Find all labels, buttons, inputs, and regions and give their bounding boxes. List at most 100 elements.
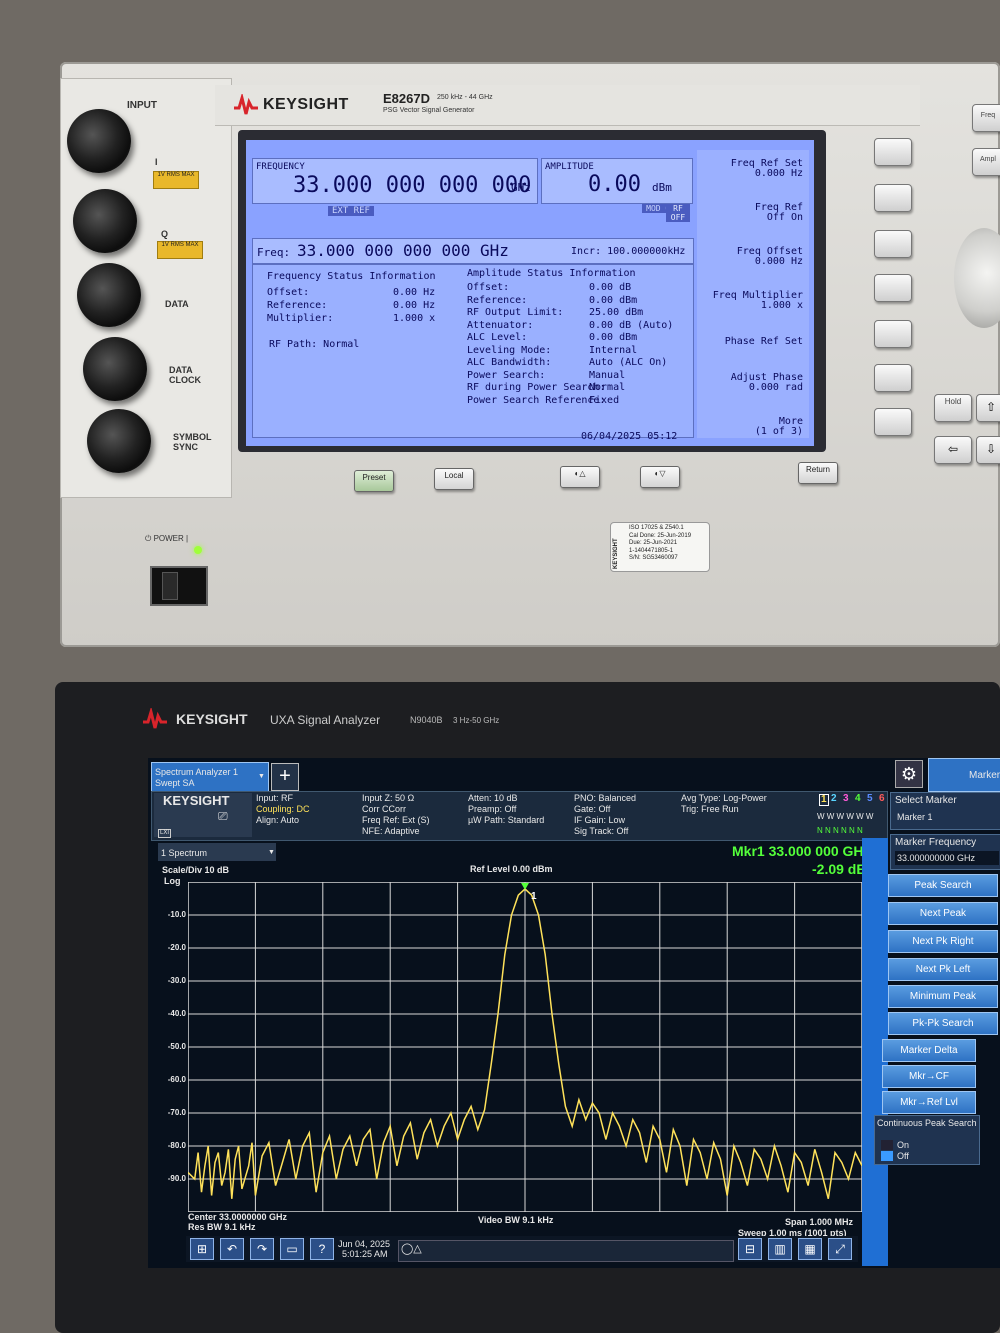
amp-status-key: ALC Bandwidth: — [467, 357, 552, 368]
input-connector-panel: INPUT I 1V RMS MAX Q 1V RMS MAX DATA DAT… — [60, 78, 232, 498]
psg-softkey-label-line2: 1.000 x — [760, 300, 803, 311]
taskbar-date: Jun 04, 2025 — [338, 1239, 391, 1249]
y-tick-label: -50.0 — [167, 1042, 186, 1051]
psg-softkey-button[interactable] — [874, 184, 912, 212]
marker-frequency-label: Marker Frequency — [895, 837, 977, 848]
connector-label-i: I — [155, 157, 158, 167]
menu-button-next-pk-right[interactable]: Next Pk Right — [888, 930, 998, 953]
psg-softkey-label-line2: (1 of 3) — [754, 426, 803, 437]
window-label[interactable]: 1 Spectrum ▼ — [158, 843, 276, 861]
amp-status-key: Attenuator: — [467, 319, 534, 331]
menu-button-minimum-peak[interactable]: Minimum Peak — [888, 985, 998, 1008]
amplitude-value[interactable]: 0.00 — [588, 172, 641, 197]
frequency-box: FREQUENCY 33.000 000 000 000 GHz — [252, 158, 538, 204]
display-arrange-icon[interactable]: ⊟ — [738, 1238, 762, 1260]
psg-softkey-button[interactable] — [874, 230, 912, 258]
amp-status-value: Normal — [589, 382, 626, 393]
marker-menu-tab[interactable]: Marker — [928, 758, 1000, 792]
marker-frequency-input[interactable]: 33.000000000 GHz — [895, 851, 999, 865]
screen-brand-name: KEYSIGHT — [163, 793, 230, 808]
freq-entry-value[interactable]: 33.000 000 000 000 GHz — [297, 241, 509, 260]
arrow-up-icon[interactable]: ⇧ — [976, 394, 1000, 422]
mode-tab[interactable]: Spectrum Analyzer 1 Swept SA ▼ — [151, 762, 269, 792]
amplitude-unit: dBm — [652, 181, 672, 194]
preset-button[interactable]: Preset — [354, 470, 394, 492]
marker-frequency-value: 33.000000000 GHz — [897, 853, 976, 863]
menu-button-next-pk-left[interactable]: Next Pk Left — [888, 958, 998, 981]
ampl-key-button[interactable]: Ampl — [972, 148, 1000, 176]
screen-brand-box: KEYSIGHT ⎚ LXI — [154, 793, 252, 838]
hold-button[interactable]: Hold — [934, 394, 972, 422]
arrow-down-icon[interactable]: ⇩ — [976, 436, 1000, 464]
power-switch[interactable] — [150, 566, 208, 606]
menu-button-mkr-cf[interactable]: Mkr→CF — [882, 1065, 976, 1088]
connector-label-data-clock: DATA CLOCK — [169, 365, 201, 385]
menu-button-pk-pk-search[interactable]: Pk-Pk Search — [888, 1012, 998, 1035]
trace-number: 5 — [867, 793, 873, 804]
bnc-connector-q[interactable] — [73, 189, 137, 253]
frequency-unit: GHz — [511, 181, 531, 194]
psg-softkey-button[interactable] — [874, 320, 912, 348]
psg-description: PSG Vector Signal Generator — [383, 107, 475, 114]
psg-softkey-button[interactable] — [874, 364, 912, 392]
menu-button-peak-search[interactable]: Peak Search — [888, 874, 998, 897]
multi-window-icon[interactable]: ▦ — [798, 1238, 822, 1260]
full-screen-icon[interactable]: ⤢ — [828, 1238, 852, 1260]
trace-indicator[interactable]: 123456 W W W W W W N N N N N N — [815, 792, 887, 838]
cal-line-2: Cal Done: 25-Jun-2019 — [629, 532, 692, 539]
file-folder-icon[interactable]: ▭ — [280, 1238, 304, 1260]
continuous-peak-search-toggle[interactable]: Continuous Peak Search On Off — [874, 1115, 980, 1165]
resolution-bandwidth: Res BW 9.1 kHz — [188, 1222, 256, 1232]
return-button[interactable]: Return — [798, 462, 838, 484]
amp-status-value: Auto (ALC On) — [589, 357, 668, 368]
spectrum-plot[interactable]: 1 — [188, 882, 862, 1212]
select-marker-value: Marker 1 — [897, 812, 933, 822]
windows-start-icon[interactable]: ⊞ — [190, 1238, 214, 1260]
psg-model: E8267D — [383, 91, 430, 106]
help-icon[interactable]: ? — [310, 1238, 334, 1260]
contrast-up-button[interactable]: ◐△ — [560, 466, 600, 488]
bnc-connector-symbol-sync[interactable] — [87, 409, 151, 473]
y-tick-label: -30.0 — [167, 976, 186, 985]
setting-value: PNO: Balanced — [574, 793, 637, 803]
amplitude-box: AMPLITUDE 0.00 dBm — [541, 158, 693, 204]
bnc-connector-data-clock[interactable] — [83, 337, 147, 401]
settings-gear-icon[interactable]: ⚙ — [895, 760, 923, 788]
setting-value: Avg Type: Log-Power — [681, 793, 767, 803]
bnc-connector-data[interactable] — [77, 263, 141, 327]
connector-label-data: DATA — [165, 299, 189, 309]
trace-number: 3 — [843, 793, 849, 804]
redo-icon[interactable]: ↷ — [250, 1238, 274, 1260]
arrow-left-icon[interactable]: ⇦ — [934, 436, 972, 464]
add-tab-button[interactable]: + — [271, 763, 299, 791]
remote-icon: ⎚ — [218, 809, 228, 823]
setting-value: Corr CCorr — [362, 804, 406, 814]
amp-status-key: ALC Level: — [467, 332, 528, 343]
menu-button-next-peak[interactable]: Next Peak — [888, 902, 998, 925]
menu-button-marker-delta[interactable]: Marker Delta — [882, 1039, 976, 1062]
marker-frequency-control[interactable]: Marker Frequency 33.000000000 GHz — [890, 834, 1000, 870]
message-bar[interactable]: ◯△ — [398, 1240, 734, 1262]
menu-button-mkr-ref-lvl[interactable]: Mkr→Ref Lvl — [882, 1091, 976, 1114]
freq-key-button[interactable]: Freq — [972, 104, 1000, 132]
psg-softkey-button[interactable] — [874, 138, 912, 166]
windows-layout-icon[interactable]: ▥ — [768, 1238, 792, 1260]
trace-type-row: W W W W W W — [817, 812, 874, 821]
setting-value: Coupling: DC — [256, 804, 310, 814]
uxa-brand-name: KEYSIGHT — [176, 711, 248, 727]
bnc-connector-i[interactable] — [67, 109, 131, 173]
frequency-status-title: Frequency Status Information — [267, 271, 436, 282]
psg-softkey-button[interactable] — [874, 408, 912, 436]
psg-softkey-label-line2: 0.000 Hz — [754, 256, 803, 267]
undo-icon[interactable]: ↶ — [220, 1238, 244, 1260]
psg-softkey-button[interactable] — [874, 274, 912, 302]
contrast-down-button[interactable]: ◐▽ — [640, 466, 680, 488]
frequency-value[interactable]: 33.000 000 000 000 — [293, 173, 531, 198]
ref-level: Ref Level 0.00 dBm — [470, 864, 553, 874]
local-button[interactable]: Local — [434, 468, 474, 490]
select-marker-control[interactable]: Select Marker Marker 1 — [890, 792, 1000, 830]
psg-brand-name: KEYSIGHT — [263, 96, 349, 113]
y-tick-label: -90.0 — [167, 1174, 186, 1183]
continuous-peak-label: Continuous Peak Search — [877, 1118, 977, 1128]
psg-softkey-label-line2: 0.000 Hz — [754, 168, 803, 179]
